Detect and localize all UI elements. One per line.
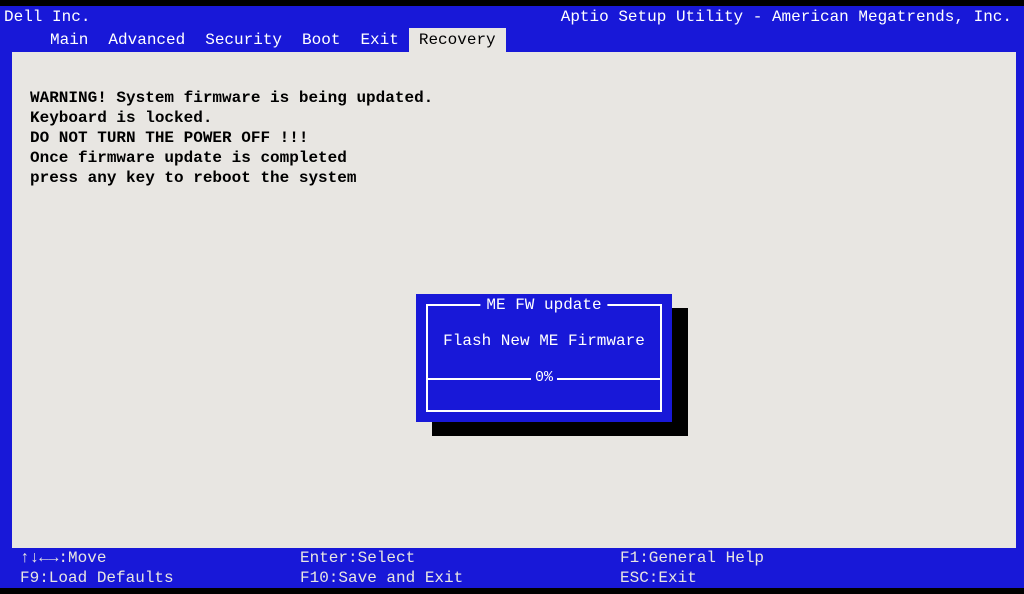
warning-line-1: WARNING! System firmware is being update… [30, 89, 433, 107]
tab-boot[interactable]: Boot [292, 28, 350, 52]
hint-save: F10:Save and Exit [300, 569, 620, 587]
hint-select: Enter:Select [300, 549, 620, 567]
tab-exit[interactable]: Exit [350, 28, 408, 52]
tabs-row: Main Advanced Security Boot Exit Recover… [0, 28, 1024, 52]
hint-exit: ESC:Exit [620, 569, 1024, 587]
footer-hints: ↑↓←→:Move Enter:Select F1:General Help F… [0, 548, 1024, 588]
dialog-title: ME FW update [480, 296, 607, 314]
warning-line-3: DO NOT TURN THE POWER OFF !!! [30, 129, 308, 147]
dialog-frame: ME FW update Flash New ME Firmware 0% [426, 304, 662, 412]
vendor-label: Dell Inc. [4, 8, 90, 26]
progress-percent-label: 0% [531, 369, 557, 386]
hint-defaults: F9:Load Defaults [20, 569, 300, 587]
firmware-update-dialog: ME FW update Flash New ME Firmware 0% [416, 294, 672, 422]
hint-move: ↑↓←→:Move [20, 549, 300, 567]
tab-main[interactable]: Main [40, 28, 98, 52]
warning-line-5: press any key to reboot the system [30, 169, 356, 187]
dialog-message: Flash New ME Firmware [428, 332, 660, 350]
bios-screen: Dell Inc. Aptio Setup Utility - American… [0, 6, 1024, 588]
content-pane: WARNING! System firmware is being update… [12, 52, 1016, 548]
utility-label: Aptio Setup Utility - American Megatrend… [561, 8, 1020, 26]
warning-text-block: WARNING! System firmware is being update… [30, 88, 998, 188]
warning-line-2: Keyboard is locked. [30, 109, 212, 127]
warning-line-4: Once firmware update is completed [30, 149, 347, 167]
tab-advanced[interactable]: Advanced [98, 28, 195, 52]
hint-help: F1:General Help [620, 549, 1024, 567]
header-row: Dell Inc. Aptio Setup Utility - American… [0, 6, 1024, 28]
tab-recovery[interactable]: Recovery [409, 28, 506, 52]
tab-security[interactable]: Security [195, 28, 292, 52]
